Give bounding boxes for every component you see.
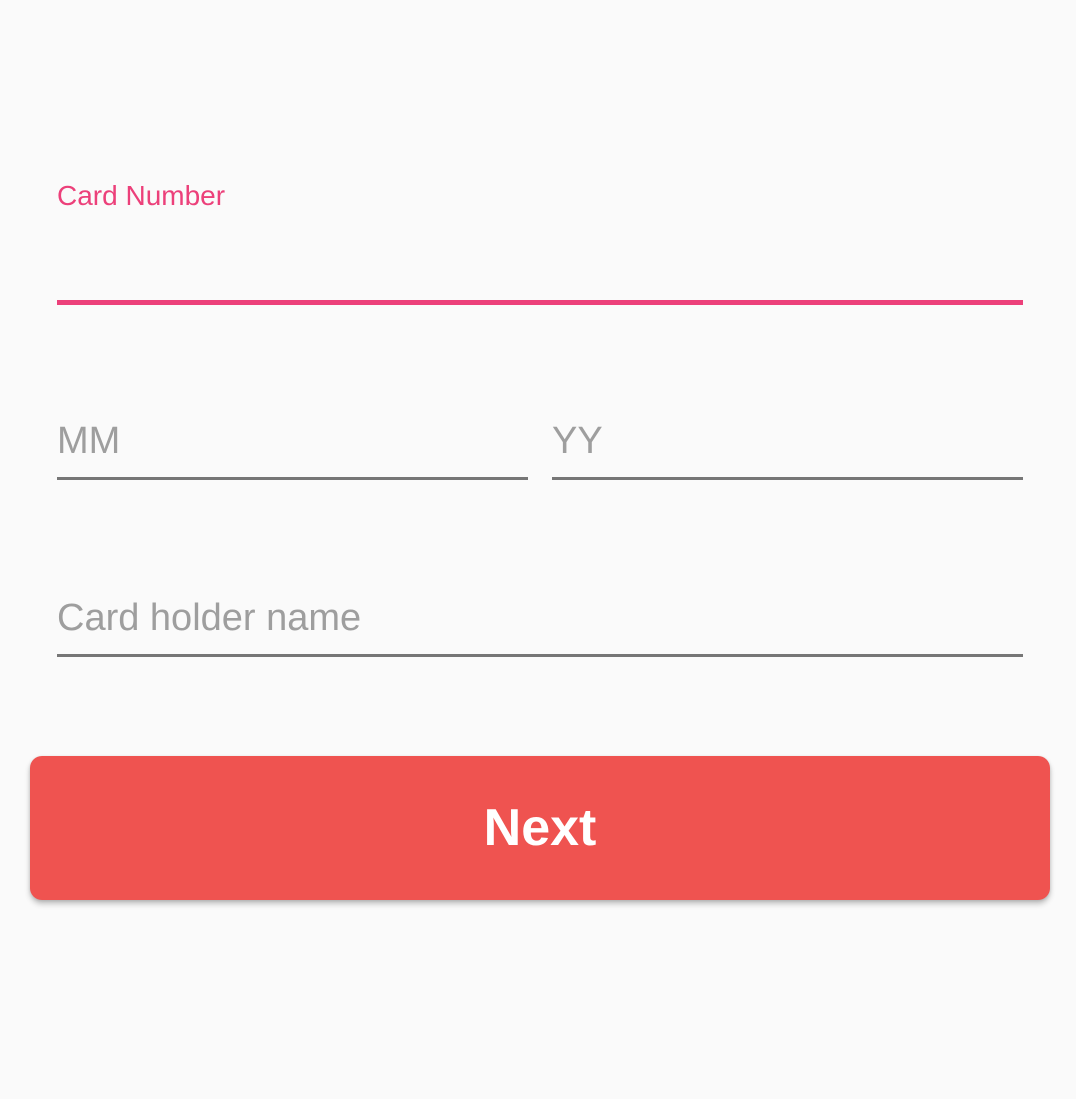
card-holder-input[interactable] xyxy=(57,592,1023,652)
card-number-field[interactable]: Card Number xyxy=(57,180,1023,306)
card-number-underline xyxy=(57,300,1023,305)
payment-form-screen: Card Number MM YY Card holder name Next xyxy=(0,0,1076,1099)
expiry-month-input[interactable] xyxy=(57,415,528,475)
card-holder-field[interactable]: Card holder name xyxy=(57,592,1023,658)
next-button[interactable]: Next xyxy=(30,756,1050,900)
card-number-input[interactable] xyxy=(57,228,1023,298)
expiry-year-underline xyxy=(552,477,1023,480)
expiry-year-input[interactable] xyxy=(552,415,1023,475)
expiry-month-field[interactable]: MM xyxy=(57,415,528,481)
card-number-label: Card Number xyxy=(57,180,226,211)
card-holder-underline xyxy=(57,654,1023,657)
expiry-year-field[interactable]: YY xyxy=(552,415,1023,481)
expiry-month-underline xyxy=(57,477,528,480)
